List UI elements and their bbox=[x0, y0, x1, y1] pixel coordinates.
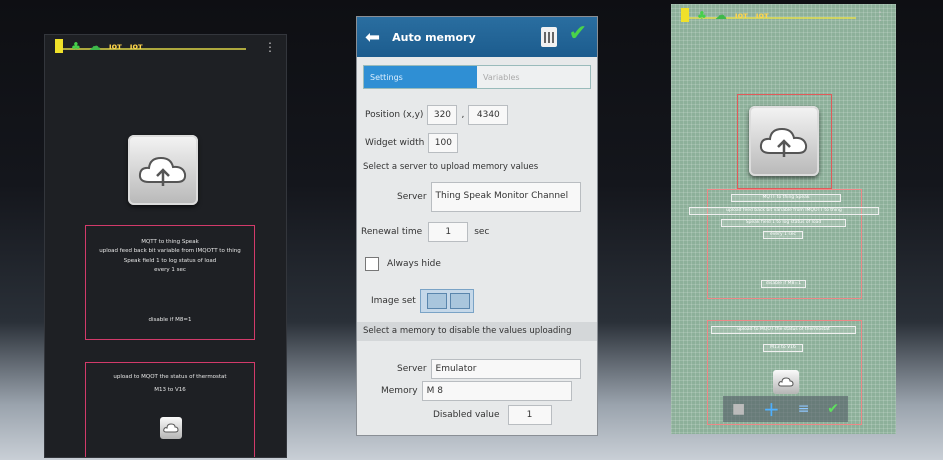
renewal-row: Renewal time 1 sec bbox=[361, 222, 489, 242]
tab-bar: Settings Variables bbox=[363, 65, 591, 89]
widget-text-line: Speak field 1 to log status of load bbox=[123, 257, 217, 264]
renewal-input[interactable]: 1 bbox=[428, 222, 469, 242]
always-hide-label: Always hide bbox=[387, 259, 441, 269]
left-phone-screen: ♣ ☁ ıoт ıoт ⋮ MQTT to thing Speak upload… bbox=[44, 34, 287, 458]
widget-text-line: M13 to V16 bbox=[154, 387, 186, 394]
position-y-input[interactable]: 4340 bbox=[468, 105, 509, 125]
square-widget-icon[interactable]: ■ bbox=[732, 402, 745, 416]
tab-variables[interactable]: Variables bbox=[477, 66, 590, 88]
server-label: Server bbox=[397, 192, 427, 202]
server2-row: Server Emulator bbox=[397, 359, 581, 379]
always-hide-row[interactable]: Always hide bbox=[365, 257, 441, 271]
iot-icon: ıoт bbox=[108, 41, 122, 51]
iot-icon-2: ıoт bbox=[129, 41, 143, 51]
edit-toolbar: ■ + ≡ ✔ bbox=[723, 396, 848, 422]
thermostat-widget-box[interactable]: upload to MQOT the status of thermostat … bbox=[85, 362, 255, 457]
server-section-title: Select a server to upload memory values bbox=[363, 162, 539, 172]
position-x-input[interactable]: 320 bbox=[427, 105, 458, 125]
disable-section-title: Select a memory to disable the values up… bbox=[357, 322, 597, 342]
image-set-icon bbox=[426, 293, 447, 309]
memory-select[interactable]: M 8 bbox=[421, 381, 572, 401]
widget-footer: disable if M8=1 bbox=[761, 280, 806, 288]
memory-row: Memory M 8 bbox=[381, 381, 572, 401]
widget-text-line: Speak field 1 to log status of load bbox=[721, 219, 846, 227]
renewal-unit: sec bbox=[474, 227, 490, 237]
server2-label: Server bbox=[397, 364, 427, 374]
confirm-check-icon[interactable]: ✔ bbox=[569, 23, 587, 45]
disabled-value-input[interactable]: 1 bbox=[507, 405, 552, 425]
flag-icon bbox=[681, 8, 689, 22]
plant-icon: ♣ bbox=[697, 8, 707, 22]
widget-width-label: Widget width bbox=[365, 138, 425, 148]
edit-lines-icon[interactable]: ≡ bbox=[798, 402, 810, 416]
right-phone-screen-edit: ♣ ☁ ıoт ıoт ⋮ MQTT to thing Speak upload… bbox=[671, 4, 896, 434]
disabled-value-row: Disabled value 1 bbox=[433, 405, 552, 425]
cloud-icon: ☁ bbox=[88, 39, 101, 53]
overflow-menu-icon[interactable]: ⋮ bbox=[264, 41, 276, 53]
status-bar: ♣ ☁ ıoт ıoт ⋮ bbox=[671, 4, 896, 26]
server-row: Server Thing Speak Monitor Channel bbox=[397, 182, 581, 212]
cloud-upload-icon bbox=[759, 127, 808, 157]
flag-icon bbox=[55, 39, 63, 53]
dialog-title: Auto memory bbox=[392, 30, 476, 44]
tab-settings[interactable]: Settings bbox=[364, 66, 477, 88]
server2-select[interactable]: Emulator bbox=[430, 359, 581, 379]
confirm-check-icon[interactable]: ✔ bbox=[827, 402, 839, 416]
image-set-picker[interactable] bbox=[419, 289, 474, 313]
widget-width-input[interactable]: 100 bbox=[428, 133, 459, 153]
renewal-label: Renewal time bbox=[361, 227, 423, 237]
iot-icon: ıoт bbox=[734, 10, 748, 20]
widget-text-line: upload to MQOT the status of thermostat bbox=[711, 326, 856, 334]
cloud-icon: ☁ bbox=[714, 8, 727, 22]
image-set-icon bbox=[449, 293, 470, 309]
image-set-row: Image set bbox=[371, 289, 474, 313]
back-arrow-icon[interactable]: ⬅ bbox=[365, 27, 380, 48]
disabled-value-label: Disabled value bbox=[433, 410, 500, 420]
widget-footer: disable if M8=1 bbox=[148, 316, 192, 323]
position-label: Position (x,y) bbox=[365, 110, 424, 120]
cloud-upload-widget[interactable] bbox=[749, 106, 819, 176]
widget-text-line: every 1 sec bbox=[154, 267, 186, 274]
widget-text-line: every 1 sec bbox=[763, 231, 803, 239]
cloud-icon bbox=[778, 377, 794, 387]
status-bar: ♣ ☁ ıoт ıoт ⋮ bbox=[45, 35, 286, 57]
cloud-small-widget[interactable] bbox=[773, 370, 799, 394]
memory-label: Memory bbox=[381, 386, 418, 396]
cloud-small-widget[interactable] bbox=[160, 417, 182, 439]
cloud-icon bbox=[163, 423, 179, 433]
iot-icon-2: ıoт bbox=[755, 10, 769, 20]
trash-icon[interactable] bbox=[541, 27, 557, 47]
widget-text-line: M13 to V16 bbox=[763, 344, 803, 352]
plant-icon: ♣ bbox=[71, 39, 81, 53]
position-row: Position (x,y) 320 , 4340 bbox=[365, 105, 509, 125]
auto-memory-settings-dialog: ⬅ Auto memory ✔ Settings Variables Posit… bbox=[356, 16, 598, 436]
widget-text-line: MQTT to thing Speak bbox=[141, 239, 199, 245]
cloud-upload-widget[interactable] bbox=[128, 135, 198, 205]
always-hide-checkbox[interactable] bbox=[365, 257, 379, 271]
widget-text-line: MQTT to thing Speak bbox=[731, 194, 841, 202]
add-icon[interactable]: + bbox=[763, 399, 780, 419]
image-set-label: Image set bbox=[371, 296, 416, 306]
widget-text-line: upload feed back bit variable from IMQOT… bbox=[99, 248, 241, 255]
title-bar: ⬅ Auto memory ✔ bbox=[357, 17, 597, 57]
overflow-menu-icon[interactable]: ⋮ bbox=[874, 10, 886, 22]
widget-text-line: upload feed back bit variable from IMQOT… bbox=[689, 207, 879, 215]
server-select[interactable]: Thing Speak Monitor Channel bbox=[430, 182, 581, 212]
mqtt-widget-box[interactable]: MQTT to thing Speak upload feed back bit… bbox=[85, 225, 255, 340]
cloud-upload-icon bbox=[138, 156, 187, 186]
widget-width-row: Widget width 100 bbox=[365, 133, 459, 153]
widget-text-line: upload to MQOT the status of thermostat bbox=[113, 374, 227, 380]
position-separator: , bbox=[461, 110, 465, 120]
